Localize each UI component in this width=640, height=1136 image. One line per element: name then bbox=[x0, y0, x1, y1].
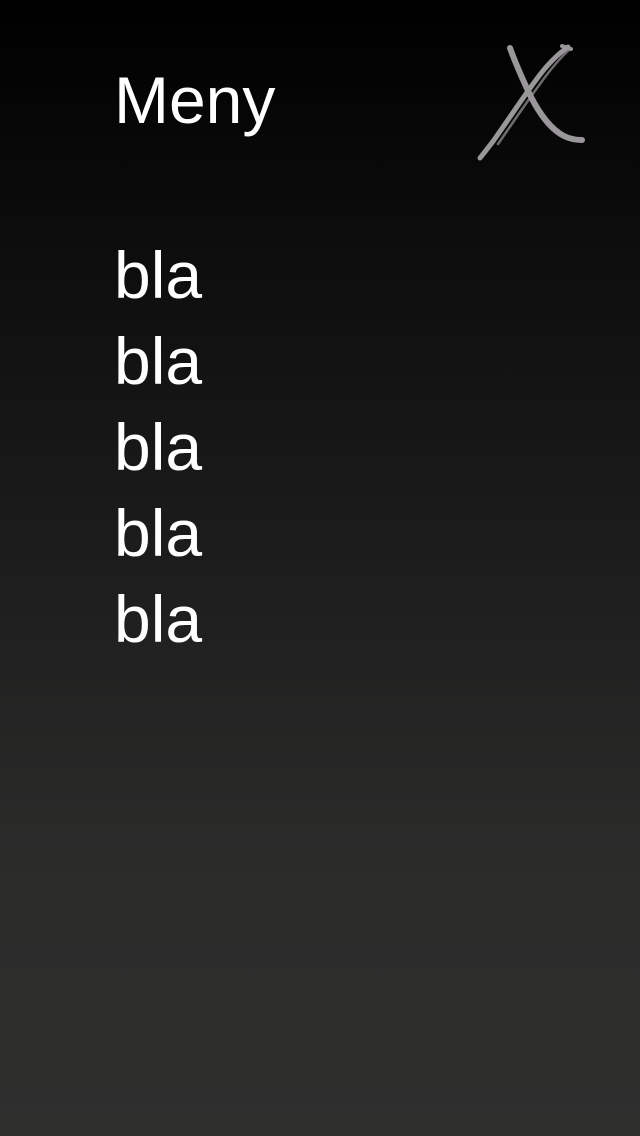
menu-item[interactable]: bla bbox=[114, 576, 202, 662]
menu-panel: Meny bla bla bla bla bla bbox=[0, 0, 640, 1136]
menu-item[interactable]: bla bbox=[114, 490, 202, 576]
menu-item[interactable]: bla bbox=[114, 318, 202, 404]
menu-list: bla bla bla bla bla bbox=[114, 232, 202, 662]
menu-title: Meny bbox=[114, 63, 276, 137]
menu-item[interactable]: bla bbox=[114, 404, 202, 490]
close-button[interactable] bbox=[470, 40, 595, 165]
close-x-icon bbox=[477, 44, 585, 161]
menu-item[interactable]: bla bbox=[114, 232, 202, 318]
